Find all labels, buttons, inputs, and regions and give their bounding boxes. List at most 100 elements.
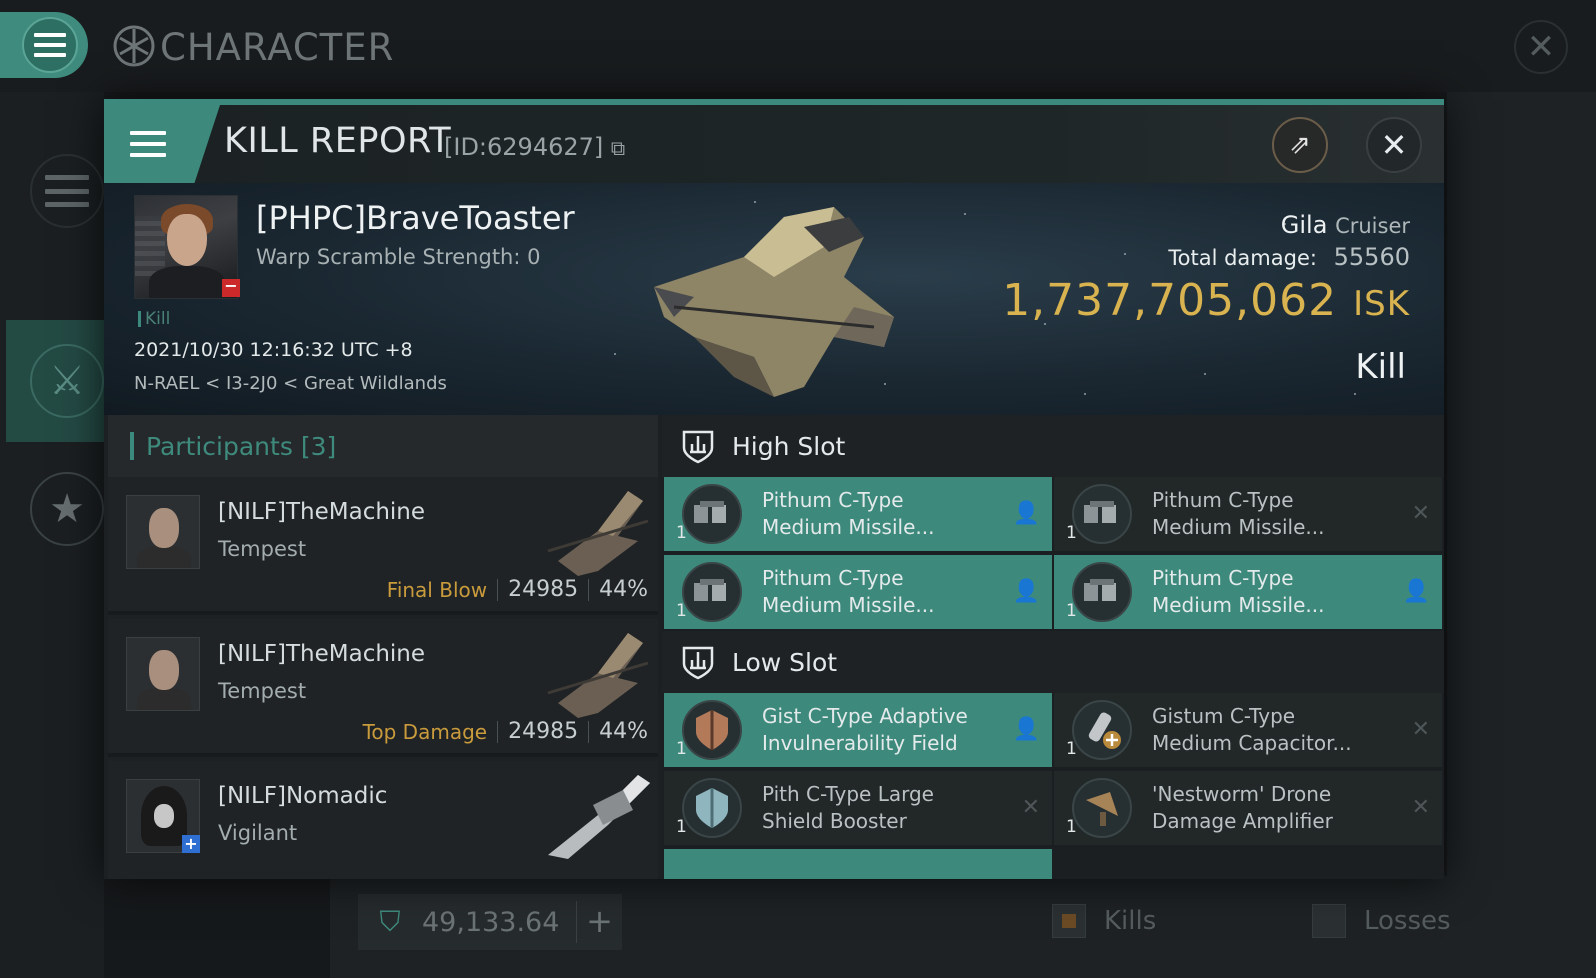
low-slot-icon [682,646,714,680]
participant-name: [NILF]TheMachine [218,641,426,667]
invulnerability-field-icon [682,700,742,760]
module-item-partial[interactable] [664,849,1052,879]
participant-name: [NILF]TheMachine [218,499,426,525]
losses-checkbox[interactable] [1312,904,1346,938]
warp-scramble-strength: Warp Scramble Strength: 0 [256,245,541,269]
app-header: CHARACTER ✕ [0,0,1596,92]
participant-avatar[interactable] [126,495,200,569]
low-slot-label: Low Slot [732,647,838,677]
module-item[interactable]: 1 Gist C-Type Adaptive Invulnerability Fi… [664,693,1052,767]
total-damage-label: Total damage: [1168,246,1317,270]
module-name: Pithum C-Type Medium Missile... [1152,488,1325,539]
final-blow-tag: Final Blow [386,577,488,602]
capacitor-icon [1072,700,1132,760]
module-item[interactable]: 1 Pith C-Type Large Shield Booster ✕ [664,771,1052,845]
module-quantity: 1 [676,601,687,621]
module-name: Pithum C-Type Medium Missile... [762,488,935,539]
total-damage-value: 55560 [1333,243,1410,271]
losses-label: Losses [1364,906,1451,936]
participant-ship-image [547,633,649,718]
participants-panel: Participants [3] [NILF]TheMachine Tempes… [108,415,658,879]
participant-row[interactable]: + [NILF]Nomadic Vigilant [108,761,658,879]
high-slot-header: High Slot [662,415,1444,477]
destroyed-x-icon: ✕ [1021,795,1040,820]
module-item[interactable]: 1 Pithum C-Type Medium Missile... 👤 [664,555,1052,629]
missile-launcher-icon [1072,484,1132,544]
module-name: Gistum C-Type Medium Capacitor... [1152,704,1352,755]
character-icon [113,25,155,67]
add-credit-button[interactable]: + [576,901,622,943]
module-quantity: 1 [1066,601,1077,621]
module-name: Gist C-Type Adaptive Invulnerability Fiel… [762,704,968,755]
participant-avatar[interactable] [126,637,200,711]
total-damage: Total damage: 55560 [1168,243,1410,271]
high-slot-label: High Slot [732,431,846,461]
module-item[interactable]: 1 Pithum C-Type Medium Missile... 👤 [664,477,1052,551]
kills-filter[interactable]: Kills [1052,904,1156,938]
star-icon: ★ [49,486,85,532]
sidebar-favorites-button[interactable]: ★ [30,472,104,546]
participant-ship-image [547,491,649,576]
kills-checkbox[interactable] [1052,904,1086,938]
credit-value: 49,133.64 [422,906,560,938]
kill-datetime: 2021/10/30 12:16:32 UTC +8 [134,339,413,361]
low-slot-header: Low Slot [662,631,1444,693]
ship-name[interactable]: Gila [1281,211,1328,239]
missile-launcher-icon [682,562,742,622]
participant-percent: 44% [599,719,648,744]
dialog-close-button[interactable]: ✕ [1366,117,1422,173]
background-panel [1447,92,1596,978]
missile-launcher-icon [682,484,742,544]
friendly-standing-badge: + [182,835,200,853]
kill-report-dialog: KILL REPORT [ID:6294627] ⧉ ⇗ ✕ − [PHPC]B… [104,99,1444,879]
participant-row[interactable]: [NILF]TheMachine Tempest Top Damage 2498… [108,619,658,757]
dropped-person-icon: 👤 [1402,579,1430,604]
module-item[interactable]: 1 'Nestworm' Drone Damage Amplifier ✕ [1054,771,1442,845]
module-item[interactable]: 1 Pithum C-Type Medium Missile... ✕ [1054,477,1442,551]
kill-tag-label: Kill [145,309,171,329]
participant-damage: 24985 [508,577,579,602]
kill-id-text: [ID:6294627] [444,133,604,161]
participant-row[interactable]: [NILF]TheMachine Tempest Final Blow 2498… [108,477,658,615]
top-damage-tag: Top Damage [362,719,488,744]
shield-booster-icon [682,778,742,838]
module-name: Pithum C-Type Medium Missile... [762,566,935,617]
close-icon: ✕ [1380,126,1408,164]
kills-label: Kills [1104,906,1157,936]
share-icon: ⇗ [1289,130,1311,160]
victim-banner: − [PHPC]BraveToaster Warp Scramble Stren… [104,183,1444,415]
dialog-header: KILL REPORT [ID:6294627] ⧉ ⇗ ✕ [104,105,1444,183]
kill-id[interactable]: [ID:6294627] ⧉ [444,133,625,161]
high-slot-icon [682,430,714,464]
app-close-button[interactable]: ✕ [1514,20,1568,74]
module-name: Pith C-Type Large Shield Booster [762,782,934,833]
sidebar-combat-button[interactable]: ⚔ [30,344,104,418]
dialog-menu-button[interactable] [104,105,220,183]
destroyed-x-icon: ✕ [1411,501,1430,526]
participant-ship: Tempest [218,679,307,703]
losses-filter[interactable]: Losses [1312,904,1451,938]
copy-icon[interactable]: ⧉ [611,136,625,160]
list-icon [45,175,89,207]
participant-stats: Final Blow 24985 44% [387,577,648,602]
module-item[interactable]: 1 Gistum C-Type Medium Capacitor... ✕ [1054,693,1442,767]
main-menu-button[interactable] [0,12,88,78]
module-name: Pithum C-Type Medium Missile... [1152,566,1325,617]
share-button[interactable]: ⇗ [1272,117,1328,173]
missile-launcher-icon [1072,562,1132,622]
module-quantity: 1 [676,523,687,543]
module-item[interactable]: 1 Pithum C-Type Medium Missile... 👤 [1054,555,1442,629]
result-label: Kill [1355,347,1406,387]
participant-ship: Tempest [218,537,307,561]
victim-name[interactable]: [PHPC]BraveToaster [256,199,575,237]
isk-value: 1,737,705,062 ISK [1002,275,1410,326]
hostile-standing-badge: − [222,278,240,297]
participant-percent: 44% [599,577,648,602]
victim-ship-image[interactable] [634,197,914,407]
participants-header[interactable]: Participants [3] [108,415,658,477]
sidebar-list-button[interactable] [30,154,104,228]
page-title: CHARACTER [160,26,395,69]
participant-stats: Top Damage 24985 44% [363,719,648,744]
module-quantity: 1 [1066,817,1077,837]
kill-location[interactable]: N-RAEL < I3-2J0 < Great Wildlands [134,373,447,394]
